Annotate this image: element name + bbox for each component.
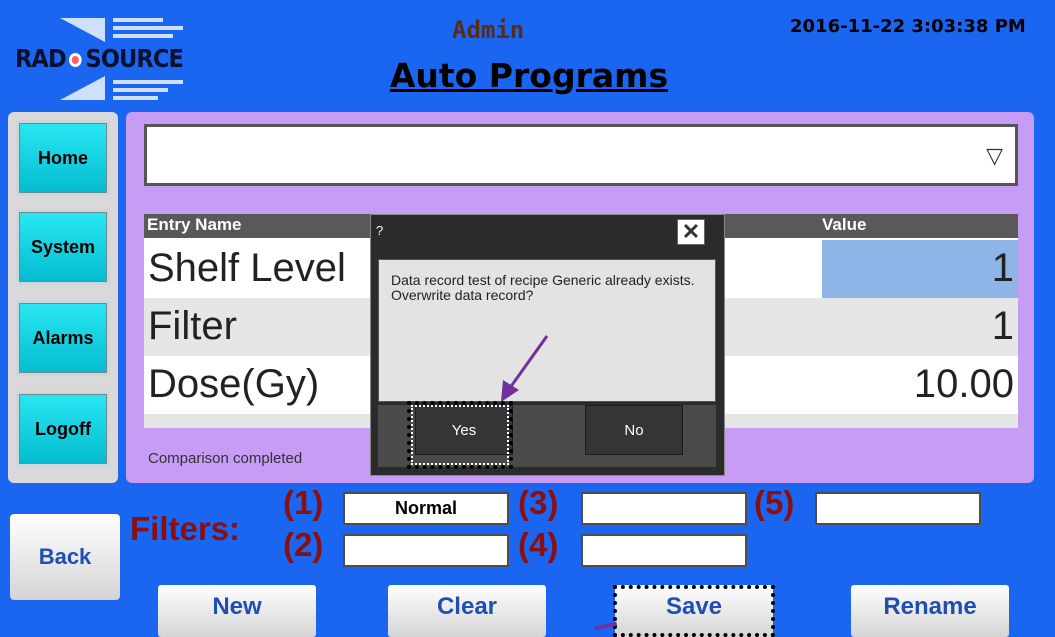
- filter-number-5: (5): [754, 484, 795, 521]
- home-button[interactable]: Home: [16, 120, 110, 196]
- system-button[interactable]: System: [16, 209, 110, 285]
- entry-name: Filter: [148, 304, 237, 348]
- filters-label: Filters:: [130, 510, 241, 547]
- filter-5-field[interactable]: [815, 492, 981, 525]
- back-button[interactable]: Back: [10, 514, 120, 600]
- entry-name: Shelf Level: [148, 246, 346, 290]
- filter-number-4: (4): [518, 526, 559, 563]
- page-title: Auto Programs: [389, 56, 669, 95]
- filter-number-2: (2): [283, 526, 324, 563]
- column-header-value: Value: [822, 215, 867, 234]
- filter-4-field[interactable]: [581, 534, 747, 567]
- alarms-button[interactable]: Alarms: [16, 300, 110, 376]
- selected-cell: [822, 240, 1018, 298]
- save-focus-outline: [613, 585, 775, 637]
- status-text: Comparison completed: [148, 450, 303, 467]
- logo-text: RAD SOURCE: [15, 44, 184, 73]
- entry-value[interactable]: 10.00: [914, 362, 1014, 407]
- close-icon[interactable]: ✕: [677, 219, 705, 245]
- entry-name: Dose(Gy): [148, 362, 320, 406]
- logoff-button[interactable]: Logoff: [16, 391, 110, 467]
- entry-value[interactable]: 1: [992, 304, 1014, 349]
- user-name: Admin: [452, 16, 525, 44]
- entry-value[interactable]: 1: [992, 246, 1014, 291]
- chevron-down-icon[interactable]: ▽: [986, 143, 1003, 169]
- no-button[interactable]: No: [585, 405, 683, 455]
- filter-1-field[interactable]: Normal: [343, 492, 509, 525]
- logo-dot-icon: [69, 53, 82, 67]
- filter-2-field[interactable]: [343, 534, 509, 567]
- nav-panel: Home System Alarms Logoff: [8, 112, 118, 483]
- yes-focus-outline-inner: [411, 405, 509, 465]
- dialog-message: Data record test of recipe Generic alrea…: [391, 272, 695, 303]
- new-button[interactable]: New: [158, 585, 316, 637]
- logo: RAD SOURCE: [0, 0, 240, 110]
- annotation-arrow-icon: [501, 335, 549, 402]
- dialog-title: ?: [376, 223, 384, 238]
- rename-button[interactable]: Rename: [851, 585, 1009, 637]
- filter-3-field[interactable]: [581, 492, 747, 525]
- datetime: 2016-11-22 3:03:38 PM: [790, 16, 1026, 37]
- recipe-dropdown[interactable]: ▽: [144, 124, 1018, 186]
- filter-number-1: (1): [283, 484, 324, 521]
- clear-button[interactable]: Clear: [388, 585, 546, 637]
- column-header-entry-name: Entry Name: [147, 215, 242, 234]
- filter-number-3: (3): [518, 484, 559, 521]
